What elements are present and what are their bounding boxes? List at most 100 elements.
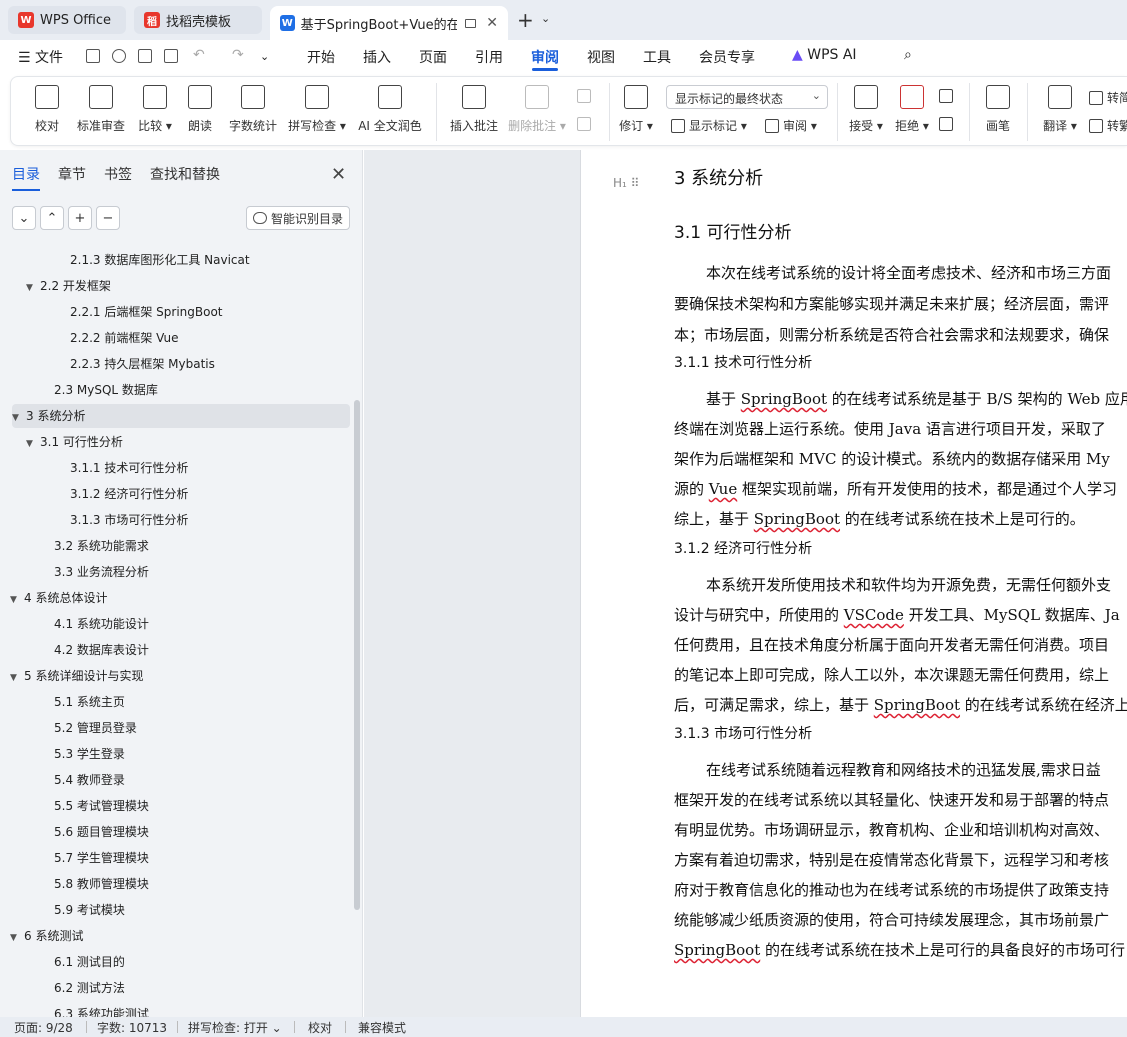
toc-item[interactable]: 5.3 学生登录	[0, 742, 340, 766]
review-pane-button[interactable]: 审阅 ▾	[765, 117, 817, 134]
menu-insert[interactable]: 插入	[363, 47, 391, 67]
chevron-down-icon[interactable]: ⌄	[541, 12, 550, 25]
expand-arrow-icon[interactable]: ▼	[10, 666, 24, 690]
tab-wps-office[interactable]: W WPS Office	[8, 6, 126, 34]
move-up-button[interactable]: ⌃	[40, 206, 64, 230]
monitor-icon[interactable]	[465, 18, 477, 28]
toc-item[interactable]: 6.2 测试方法	[0, 976, 340, 1000]
word-count-button[interactable]: 字数统计	[225, 85, 281, 134]
menu-review[interactable]: 审阅	[531, 47, 559, 67]
toc-item[interactable]: 2.2.2 前端框架 Vue	[0, 326, 340, 350]
toc-item[interactable]: ▼ 4 系统总体设计	[0, 586, 340, 610]
search-icon[interactable]: ⌕	[904, 47, 912, 63]
tab-daoke-templates[interactable]: 稻 找稻壳模板	[134, 6, 262, 34]
toc-item[interactable]: 5.9 考试模块	[0, 898, 340, 922]
tab-toc[interactable]: 目录	[12, 164, 40, 184]
expand-arrow-icon[interactable]: ▼	[26, 432, 40, 456]
file-menu[interactable]: ☰ 文件	[18, 47, 63, 67]
save-icon[interactable]	[86, 49, 100, 63]
convert-traditional-button[interactable]: 转繁	[1089, 117, 1127, 134]
toc-item[interactable]: 5.6 题目管理模块	[0, 820, 340, 844]
remove-heading-button[interactable]: −	[96, 206, 120, 230]
next-comment-button[interactable]	[577, 117, 595, 131]
share-icon[interactable]	[112, 49, 126, 63]
toc-item[interactable]: ▼ 3 系统分析	[12, 404, 350, 428]
toc-item[interactable]: 4.1 系统功能设计	[0, 612, 340, 636]
pen-button[interactable]: 画笔	[981, 85, 1015, 134]
menu-view[interactable]: 视图	[587, 47, 615, 67]
undo-icon[interactable]: ↶	[193, 47, 205, 63]
word-counter[interactable]: 字数: 10713	[97, 1019, 167, 1036]
spell-check-button[interactable]: 拼写检查 ▾	[287, 85, 347, 134]
move-down-button[interactable]: ⌄	[12, 206, 36, 230]
expand-arrow-icon[interactable]: ▼	[10, 588, 24, 612]
next-change-button[interactable]	[939, 117, 957, 131]
menu-tools[interactable]: 工具	[643, 47, 671, 67]
expand-arrow-icon[interactable]: ▼	[12, 406, 26, 430]
wps-ai-button[interactable]: ▲ WPS AI	[792, 47, 857, 63]
compare-button[interactable]: 比较 ▾	[135, 85, 175, 134]
toc-item[interactable]: 3.1.2 经济可行性分析	[0, 482, 340, 506]
toc-scrollbar[interactable]	[354, 400, 360, 910]
expand-arrow-icon[interactable]: ▼	[10, 926, 24, 950]
smart-toc-button[interactable]: 智能识别目录	[246, 206, 350, 230]
previous-comment-button[interactable]	[577, 89, 595, 103]
tab-sections[interactable]: 章节	[58, 164, 86, 184]
menu-references[interactable]: 引用	[475, 47, 503, 67]
toc-item[interactable]: 2.2.1 后端框架 SpringBoot	[0, 300, 340, 324]
toc-item[interactable]: 4.2 数据库表设计	[0, 638, 340, 662]
standard-review-button[interactable]: 标准审查	[74, 85, 128, 134]
toc-item[interactable]: 3.1.1 技术可行性分析	[0, 456, 340, 480]
toc-item[interactable]: 2.1.3 数据库图形化工具 Navicat	[0, 248, 340, 272]
menu-page[interactable]: 页面	[419, 47, 447, 67]
toc-item[interactable]: 6.1 测试目的	[0, 950, 340, 974]
menu-membership[interactable]: 会员专享	[699, 47, 755, 67]
toc-item[interactable]: 5.4 教师登录	[0, 768, 340, 792]
proof-status[interactable]: 校对	[308, 1019, 332, 1036]
document-page[interactable]: H₁ ⠿ 3 系统分析 3.1 可行性分析 本次在线考试系统的设计将全面考虑技术…	[580, 150, 1127, 1017]
toc-item[interactable]: 5.2 管理员登录	[0, 716, 340, 740]
delete-comment-button[interactable]: 删除批注 ▾	[507, 85, 567, 134]
toc-item[interactable]: ▼ 2.2 开发框架	[0, 274, 340, 298]
show-markup-button[interactable]: 显示标记 ▾	[671, 117, 747, 134]
toc-item[interactable]: 5.5 考试管理模块	[0, 794, 340, 818]
heading-drag-handle-icon[interactable]: H₁ ⠿	[613, 176, 639, 190]
expand-arrow-icon[interactable]: ▼	[26, 276, 40, 300]
track-changes-button[interactable]: 修订 ▾	[617, 85, 655, 134]
close-pane-icon[interactable]: ✕	[331, 164, 346, 185]
previous-change-button[interactable]	[939, 89, 957, 103]
page-counter[interactable]: 页面: 9/28	[14, 1019, 73, 1036]
accept-button[interactable]: 接受 ▾	[847, 85, 885, 134]
proofread-button[interactable]: 校对	[29, 85, 65, 134]
translate-button[interactable]: 翻译 ▾	[1039, 85, 1081, 134]
toc-item[interactable]: 2.3 MySQL 数据库	[0, 378, 340, 402]
spell-check-status[interactable]: 拼写检查: 打开 ⌄	[188, 1019, 282, 1036]
insert-comment-button[interactable]: 插入批注	[447, 85, 501, 134]
new-tab-plus-icon[interactable]: +	[517, 8, 534, 32]
menu-start[interactable]: 开始	[307, 47, 335, 67]
display-mode-select[interactable]: 显示标记的最终状态 ⌄	[666, 85, 828, 109]
toc-item[interactable]: 3.2 系统功能需求	[0, 534, 340, 558]
toc-item[interactable]: 5.8 教师管理模块	[0, 872, 340, 896]
toc-item[interactable]: ▼ 6 系统测试	[0, 924, 340, 948]
toc-item[interactable]: 5.7 学生管理模块	[0, 846, 340, 870]
convert-simplified-button[interactable]: 转简	[1089, 89, 1127, 106]
quick-access-chevron-icon[interactable]: ⌄	[260, 50, 269, 63]
tab-current-document[interactable]: W 基于SpringBoot+Vue的在线 ✕	[270, 6, 508, 40]
toc-item[interactable]: ▼ 5 系统详细设计与实现	[0, 664, 340, 688]
print-preview-icon[interactable]	[164, 49, 178, 63]
toc-item[interactable]: 5.1 系统主页	[0, 690, 340, 714]
toc-item[interactable]: 3.1.3 市场可行性分析	[0, 508, 340, 532]
ai-polish-button[interactable]: AI 全文润色	[355, 85, 425, 134]
toc-item[interactable]: 2.2.3 持久层框架 Mybatis	[0, 352, 340, 376]
add-heading-button[interactable]: +	[68, 206, 92, 230]
read-aloud-button[interactable]: 朗读	[183, 85, 217, 134]
print-icon[interactable]	[138, 49, 152, 63]
redo-icon[interactable]: ↷	[232, 47, 244, 63]
reject-button[interactable]: 拒绝 ▾	[893, 85, 931, 134]
tab-find-replace[interactable]: 查找和替换	[150, 164, 220, 184]
toc-item[interactable]: ▼ 3.1 可行性分析	[0, 430, 340, 454]
close-tab-icon[interactable]: ✕	[486, 15, 498, 31]
tab-bookmarks[interactable]: 书签	[104, 164, 132, 184]
toc-item[interactable]: 3.3 业务流程分析	[0, 560, 340, 584]
